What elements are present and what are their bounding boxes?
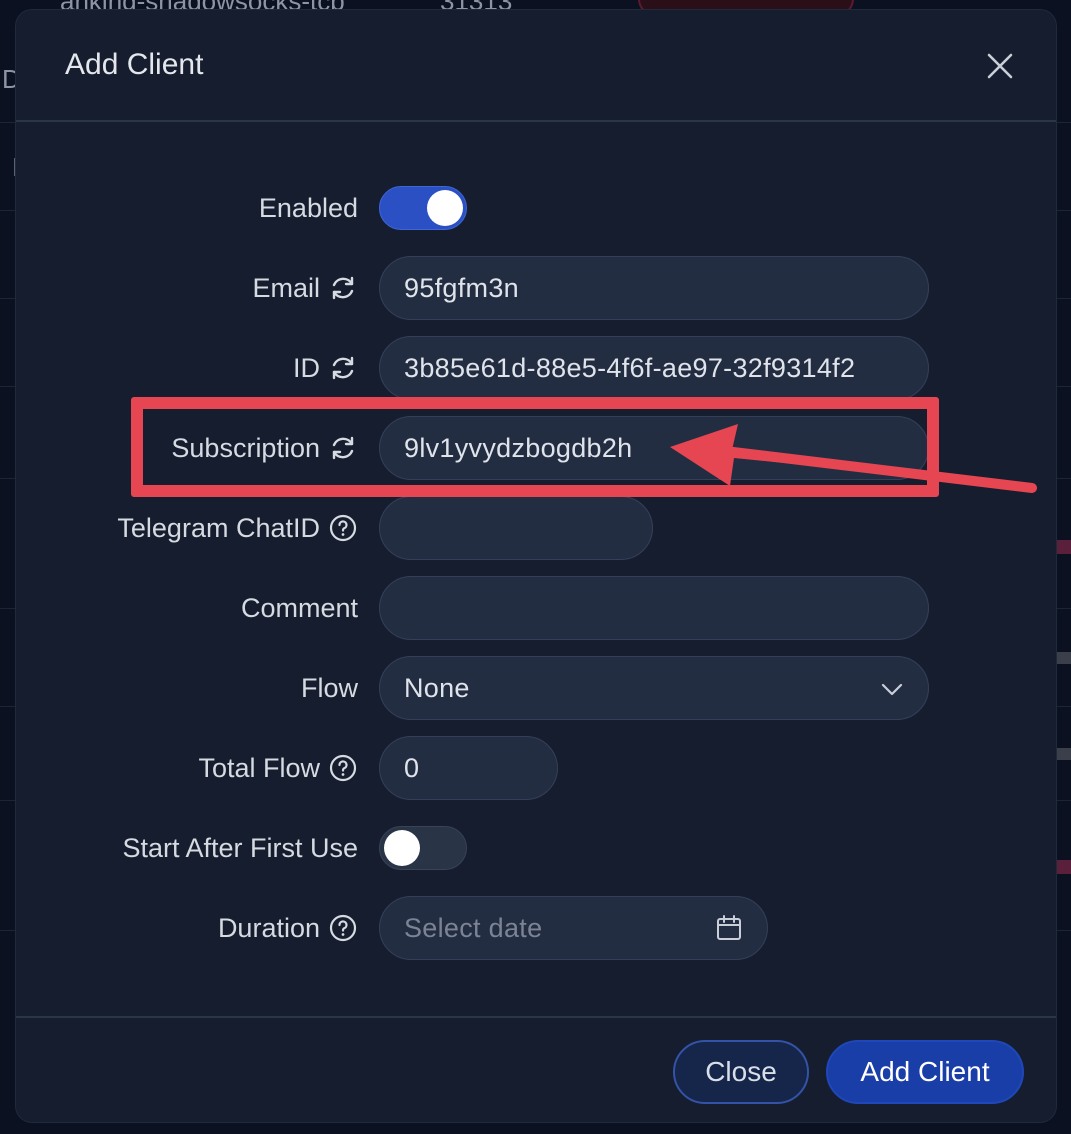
- add-client-button[interactable]: Add Client: [826, 1040, 1024, 1104]
- email-input[interactable]: 95fgfm3n: [379, 256, 929, 320]
- subscription-input[interactable]: 9lv1yvydzbogdb2h: [379, 416, 929, 480]
- close-button[interactable]: Close: [673, 1040, 809, 1104]
- toggle-knob: [427, 190, 463, 226]
- start-after-first-use-toggle[interactable]: [379, 826, 467, 870]
- start-after-first-use-label-text: Start After First Use: [122, 832, 358, 863]
- subscription-label: Subscription: [171, 416, 358, 480]
- telegram-label-text: Telegram ChatID: [117, 512, 320, 543]
- modal-header: Add Client: [16, 10, 1056, 122]
- email-row: Email 95fgfm3n: [16, 256, 1056, 320]
- refresh-icon[interactable]: [328, 273, 358, 303]
- total-flow-row: Total Flow 0: [16, 736, 1056, 800]
- duration-placeholder: Select date: [404, 912, 543, 943]
- subscription-label-text: Subscription: [171, 432, 320, 463]
- email-label-text: Email: [252, 272, 320, 303]
- duration-row: Duration Select date: [16, 896, 1056, 960]
- comment-label-text: Comment: [240, 592, 358, 623]
- modal-title: Add Client: [65, 48, 204, 81]
- start-after-first-use-label: Start After First Use: [122, 816, 358, 880]
- flow-label: Flow: [301, 656, 358, 720]
- refresh-icon[interactable]: [328, 433, 358, 463]
- telegram-label: Telegram ChatID: [117, 496, 358, 560]
- flow-select[interactable]: None: [379, 656, 929, 720]
- id-label: ID: [293, 336, 358, 400]
- background-tag: [1055, 748, 1071, 760]
- email-label: Email: [252, 256, 358, 320]
- telegram-row: Telegram ChatID: [16, 496, 1056, 560]
- enabled-toggle[interactable]: [379, 186, 467, 230]
- toggle-knob: [384, 830, 420, 866]
- total-flow-label-text: Total Flow: [198, 752, 320, 783]
- duration-label-text: Duration: [217, 912, 320, 943]
- flow-row: Flow None: [16, 656, 1056, 720]
- comment-row: Comment: [16, 576, 1056, 640]
- subscription-row: Subscription 9lv1yvydzbogdb2h: [16, 416, 1056, 480]
- enabled-label-text: Enabled: [258, 192, 358, 223]
- duration-date-picker[interactable]: Select date: [379, 896, 768, 960]
- close-x-icon[interactable]: [984, 50, 1016, 82]
- help-circle-icon[interactable]: [328, 753, 358, 783]
- background-tag: [1055, 652, 1071, 664]
- background-tag: [1055, 540, 1071, 554]
- total-flow-label: Total Flow: [198, 736, 358, 800]
- help-circle-icon[interactable]: [328, 913, 358, 943]
- modal-footer: Close Add Client: [16, 1016, 1056, 1122]
- start-after-first-use-row: Start After First Use: [16, 816, 1056, 880]
- comment-label: Comment: [241, 576, 358, 640]
- id-label-text: ID: [293, 352, 320, 383]
- help-circle-icon[interactable]: [328, 513, 358, 543]
- add-client-modal: Add Client Enabled Email 95fgfm3n ID 3b8…: [16, 10, 1056, 1122]
- calendar-icon[interactable]: [715, 914, 743, 942]
- refresh-icon[interactable]: [328, 353, 358, 383]
- flow-selected-value: None: [404, 672, 470, 703]
- background-tag: [1055, 860, 1071, 874]
- enabled-label: Enabled: [259, 176, 358, 240]
- total-flow-input[interactable]: 0: [379, 736, 558, 800]
- telegram-chatid-input[interactable]: [379, 496, 653, 560]
- chevron-down-icon: [881, 683, 903, 696]
- duration-label: Duration: [218, 896, 358, 960]
- comment-input[interactable]: [379, 576, 929, 640]
- id-input[interactable]: 3b85e61d-88e5-4f6f-ae97-32f9314f2: [379, 336, 929, 400]
- enabled-row: Enabled: [16, 176, 1056, 240]
- id-row: ID 3b85e61d-88e5-4f6f-ae97-32f9314f2: [16, 336, 1056, 400]
- flow-label-text: Flow: [300, 672, 358, 703]
